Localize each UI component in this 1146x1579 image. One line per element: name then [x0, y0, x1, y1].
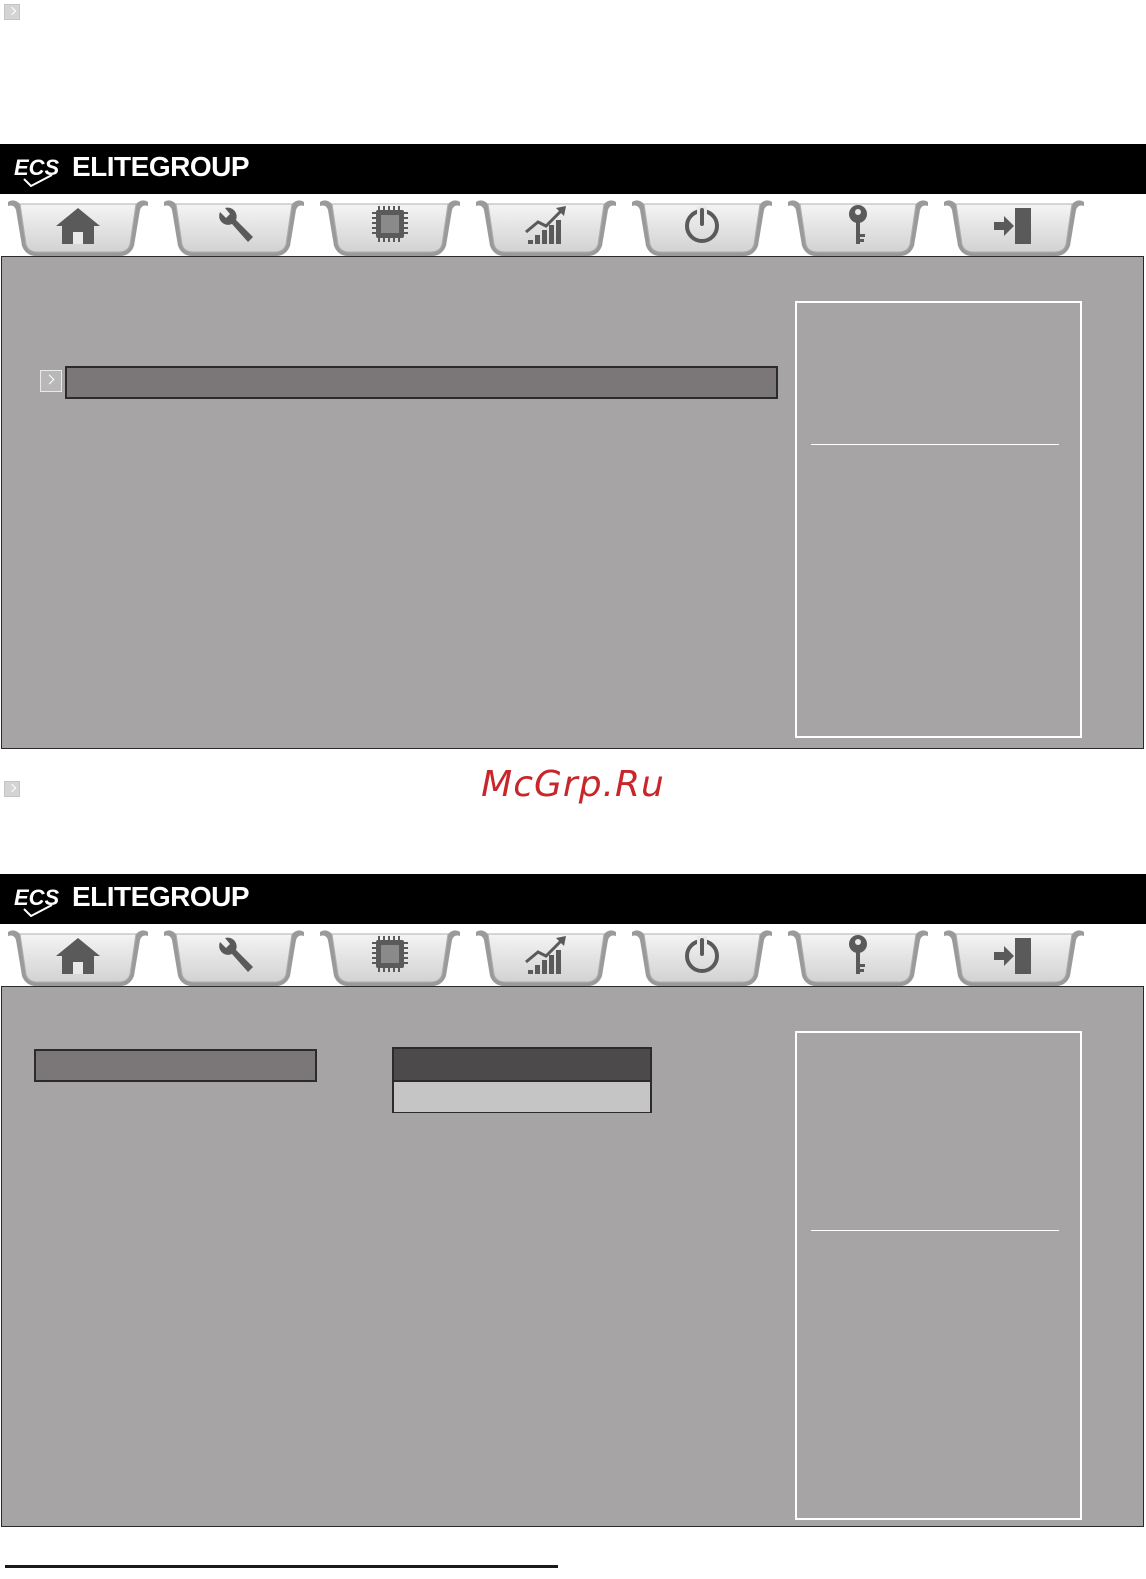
tab-chip[interactable]: [320, 930, 460, 986]
tab-chart[interactable]: [476, 930, 616, 986]
wrench-icon: [219, 937, 253, 972]
ecs-logo-icon: ECS: [14, 155, 60, 187]
power-icon: [685, 206, 719, 243]
tab-power[interactable]: [632, 200, 772, 256]
help-divider: [811, 444, 1059, 445]
tab-home[interactable]: [8, 200, 148, 256]
tab-bar: [0, 924, 1146, 986]
brand-bar: ECS ELITEGROUP: [0, 144, 1146, 194]
bios-screen-1: ECS ELITEGROUP: [0, 144, 1146, 749]
tab-chart[interactable]: [476, 200, 616, 256]
tab-home[interactable]: [8, 930, 148, 986]
brand-bar: ECS ELITEGROUP: [0, 874, 1146, 924]
chip-icon: [372, 206, 408, 242]
tab-wrench[interactable]: [164, 200, 304, 256]
exit-icon: [994, 938, 1031, 974]
submenu-arrow-icon: [40, 370, 62, 392]
tab-power[interactable]: [632, 930, 772, 986]
popup-option-selected[interactable]: [394, 1049, 650, 1080]
tab-key[interactable]: [788, 200, 928, 256]
power-icon: [685, 936, 719, 973]
watermark-text: McGrp.Ru: [481, 764, 665, 805]
home-icon: [56, 208, 100, 244]
key-icon: [849, 205, 867, 244]
main-panel: [1, 986, 1144, 1527]
brand-name: ELITEGROUP: [72, 881, 250, 912]
footer-rule: [5, 1565, 558, 1568]
page-marker-icon: [4, 4, 20, 20]
ecs-logo-icon: ECS: [14, 885, 60, 917]
key-icon: [849, 935, 867, 974]
tab-exit[interactable]: [944, 930, 1084, 986]
home-icon: [56, 938, 100, 974]
help-divider: [811, 1230, 1059, 1231]
brand-name: ELITEGROUP: [72, 151, 250, 182]
wrench-icon: [219, 207, 253, 242]
tab-exit[interactable]: [944, 200, 1084, 256]
selected-menu-row[interactable]: [34, 1049, 317, 1082]
tab-wrench[interactable]: [164, 930, 304, 986]
option-popup: [392, 1047, 652, 1113]
selected-menu-row[interactable]: [65, 366, 778, 399]
help-panel: [795, 1031, 1082, 1520]
svg-text:ECS: ECS: [14, 885, 60, 910]
popup-option[interactable]: [394, 1080, 650, 1112]
tab-chip[interactable]: [320, 200, 460, 256]
tab-key[interactable]: [788, 930, 928, 986]
help-panel: [795, 301, 1082, 738]
chip-icon: [372, 936, 408, 972]
exit-icon: [994, 208, 1031, 244]
svg-text:ECS: ECS: [14, 155, 60, 180]
bios-screen-2: ECS ELITEGROUP: [0, 874, 1146, 1527]
tab-bar: [0, 194, 1146, 256]
chart-icon: [525, 206, 566, 244]
chart-icon: [525, 936, 566, 974]
main-panel: [1, 256, 1144, 749]
